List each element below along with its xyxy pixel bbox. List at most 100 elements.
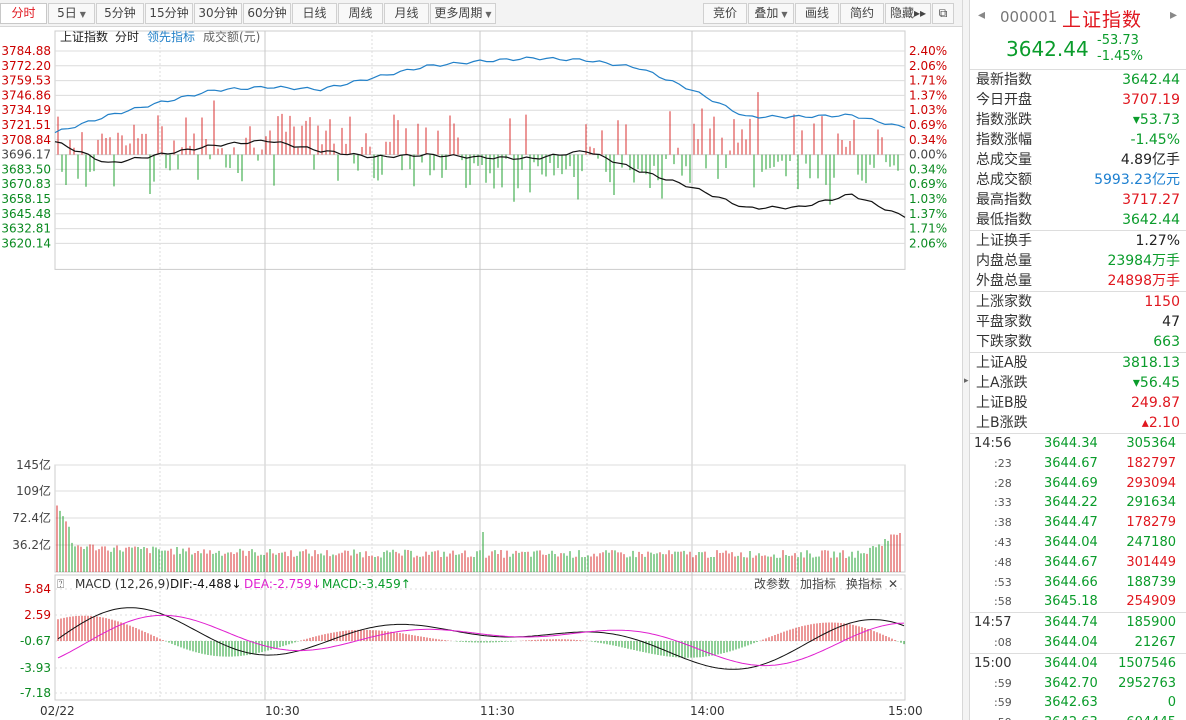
tick-volume: 291634 [1126,495,1176,511]
stat-label: 总成交量 [976,152,1032,168]
tick-volume: 188739 [1126,574,1176,590]
stat-label: 最新指数 [976,72,1032,88]
toolbar-button-label: ⧉ [938,6,948,20]
stat-label: 内盘总量 [976,253,1032,269]
tick-row[interactable]: 14:56 3644.34 305364 [970,434,1186,454]
stat-value: 23984万手 [1107,253,1180,269]
tick-row[interactable]: 14:57 3644.74 185900 [970,613,1186,633]
tab-7[interactable]: 周线 [338,3,383,24]
percent-tick-label: 1.03% [909,192,947,206]
tick-row[interactable]: :59 3642.63 0 [970,693,1186,713]
tick-row[interactable]: :28 3644.69 293094 [970,474,1186,494]
toolbar-button-4[interactable]: 隐藏▸▸ [885,3,931,24]
toolbar-button-2[interactable]: 画线 [795,3,839,24]
tab-2[interactable]: 5分钟 [96,3,144,24]
tick-row[interactable]: :33 3644.22 291634 [970,493,1186,513]
tab-8[interactable]: 月线 [384,3,429,24]
tick-price: 3644.74 [1044,615,1098,631]
tick-time: 14:56 [974,436,1012,451]
stat-label: 外盘总量 [976,273,1032,289]
toolbar-button-label: 隐藏▸▸ [889,6,927,20]
tab-0[interactable]: 分时 [0,3,47,24]
tab-label: 更多周期 [434,6,483,20]
toolbar-button-1[interactable]: 叠加 ▼ [748,3,794,24]
tab-5[interactable]: 60分钟 [243,3,291,24]
stat-row: 上涨家数 1150 [970,292,1186,312]
macd-button-0[interactable]: 改参数 [754,576,790,591]
tick-row[interactable]: :59 3642.70 2952763 [970,674,1186,694]
tick-price: 3642.63 [1044,713,1098,720]
tab-4[interactable]: 30分钟 [194,3,242,24]
stat-label: 上B涨跌 [976,415,1028,431]
price-tick-label: 3772.20 [1,59,51,73]
volume-tick-label: 72.4亿 [12,510,51,525]
stat-row: 外盘总量 24898万手 [970,271,1186,291]
chevron-down-icon: ▼ [79,10,86,19]
tick-price: 3642.70 [1044,675,1098,691]
tick-time: :43 [994,535,1012,549]
stat-label: 指数涨跌 [976,112,1032,128]
stat-value: 3717.27 [1122,192,1180,208]
volume-bars [56,505,901,572]
stat-label: 总成交额 [976,172,1032,188]
stat-value: ▾53.73 [1132,112,1180,128]
tick-time: :23 [994,456,1012,470]
tick-time: :08 [994,635,1012,649]
tab-label: 60分钟 [247,6,287,20]
stat-row: 下跌家数 663 [970,332,1186,352]
legend-mode: 分时 [115,30,139,44]
last-price: 3642.44 [1006,37,1089,61]
price-tick-label: 3696.17 [1,148,51,162]
time-tick-label: 11:30 [480,704,515,718]
tick-price: 3642.63 [1044,695,1098,711]
tick-row[interactable]: :59 3642.63 604445 [970,713,1186,720]
percent-tick-label: 1.03% [909,103,947,117]
stat-value: 47 [1162,314,1180,330]
time-tick-label: 14:00 [690,704,725,718]
tick-row[interactable]: :48 3644.67 301449 [970,553,1186,573]
toolbar-button-label: 简约 [849,6,874,20]
toolbar-button-5[interactable]: ⧉ [932,3,954,24]
price-tick-label: 3632.81 [1,222,51,236]
toolbar-button-3[interactable]: 简约 [840,3,884,24]
tick-row[interactable]: :58 3645.18 254909 [970,592,1186,612]
stat-value: 4.89亿手 [1120,152,1180,168]
stat-value: 663 [1153,334,1180,350]
toolbar-button-0[interactable]: 竞价 [703,3,747,24]
tick-row[interactable]: :43 3644.04 247180 [970,533,1186,553]
stat-row: 最新指数 3642.44 [970,70,1186,90]
volume-tick-label: 36.2亿 [12,537,51,552]
tick-row[interactable]: 15:00 3644.04 1507546 [970,654,1186,674]
tab-1[interactable]: 5日 ▼ [48,3,95,24]
toolbar-button-label: 竞价 [712,6,737,20]
tab-label: 周线 [348,6,373,20]
stat-row: 上B涨跌 ▴2.10 [970,413,1186,433]
tick-volume: 21267 [1134,634,1176,650]
tick-row[interactable]: :53 3644.66 188739 [970,573,1186,593]
next-stock-icon[interactable]: ▸ [1170,7,1177,23]
stat-row: 指数涨幅 -1.45% [970,130,1186,150]
prev-stock-icon[interactable]: ◂ [978,7,985,23]
price-tick-label: 3645.48 [1,207,51,221]
tick-list[interactable]: 14:56 3644.34 305364:23 3644.67 182797:28 364… [970,434,1186,720]
stat-value: 5993.23亿元 [1094,172,1180,188]
price-tick-label: 3708.84 [1,133,51,147]
tick-row[interactable]: :23 3644.67 182797 [970,454,1186,474]
tab-9[interactable]: 更多周期 ▼ [430,3,496,24]
percent-tick-label: 0.34% [909,133,947,147]
collapse-arrow-icon[interactable]: ▸ [964,376,969,386]
panel-splitter[interactable]: ▸ [962,0,970,720]
percent-tick-label: 2.40% [909,44,947,58]
percent-tick-label: 0.34% [909,162,947,176]
tick-price: 3644.04 [1044,534,1098,550]
stat-row: 上证B股 249.87 [970,393,1186,413]
stat-row: 内盘总量 23984万手 [970,251,1186,271]
stat-row: 今日开盘 3707.19 [970,90,1186,110]
tick-row[interactable]: :38 3644.47 178279 [970,513,1186,533]
tab-6[interactable]: 日线 [292,3,337,24]
percent-tick-label: 1.37% [909,88,947,102]
tab-3[interactable]: 15分钟 [145,3,193,24]
tick-row[interactable]: :08 3644.04 21267 [970,633,1186,653]
tick-volume: 604445 [1126,713,1176,720]
stat-value: ▾56.45 [1132,375,1180,391]
